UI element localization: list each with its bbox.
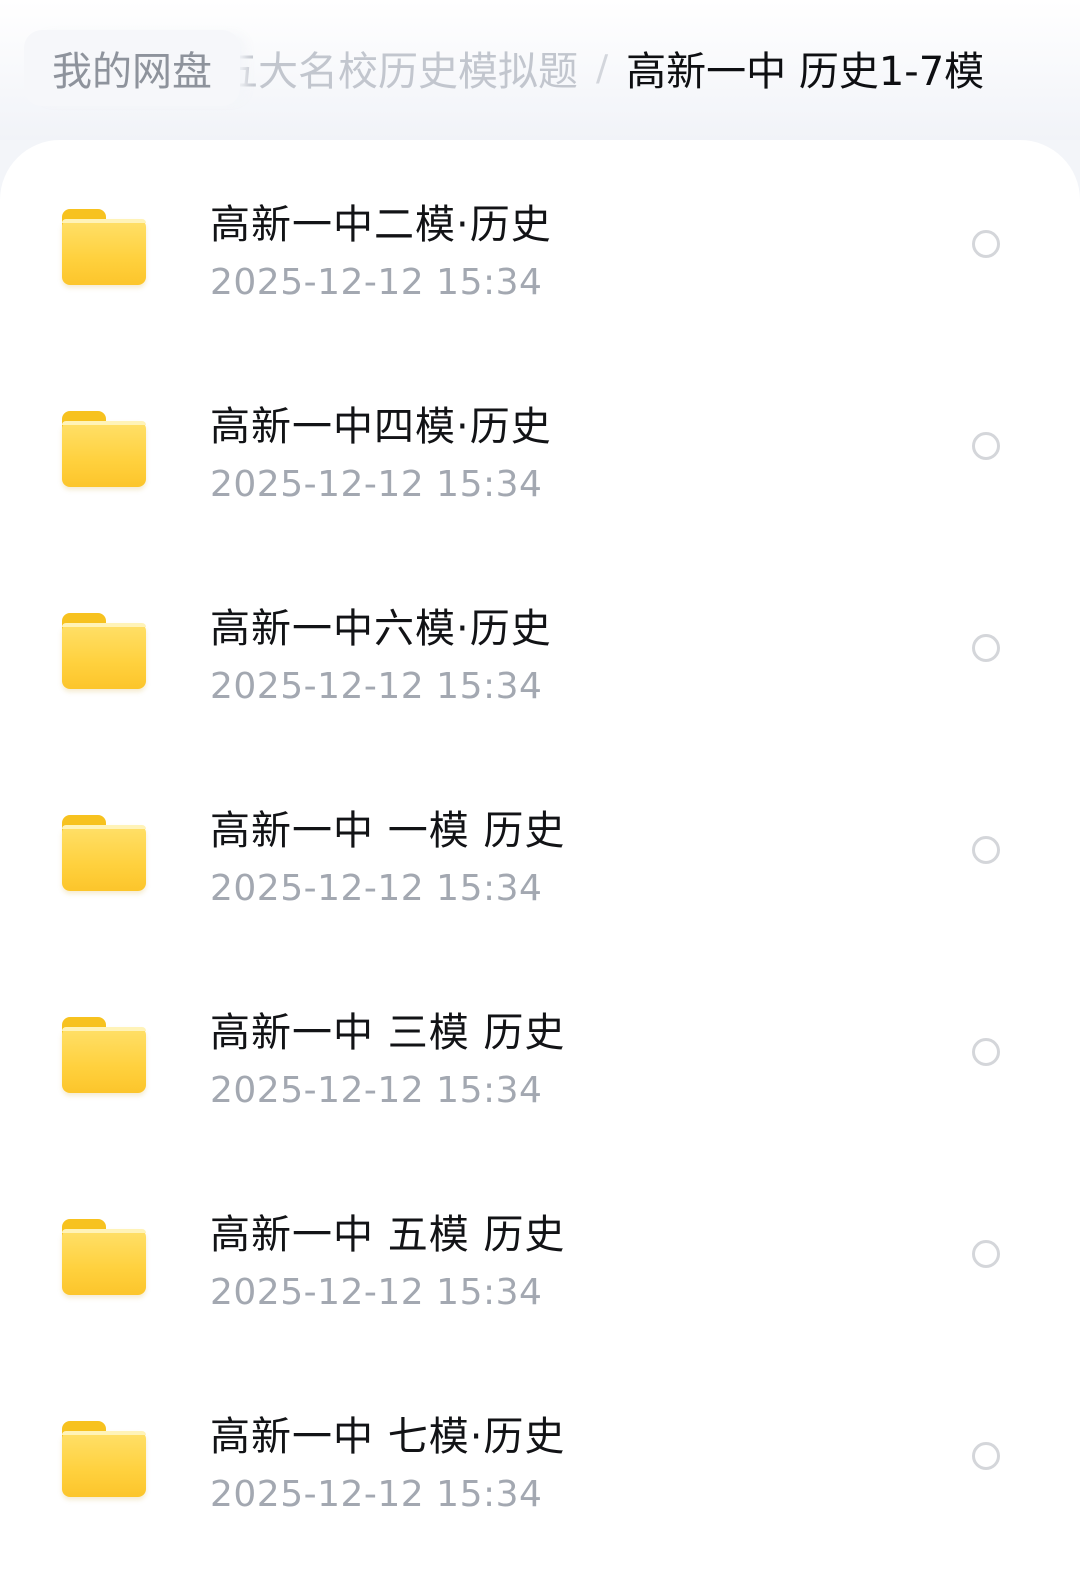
- select-radio[interactable]: [972, 1442, 1000, 1470]
- folder-name: 高新一中四模·历史: [210, 404, 552, 450]
- breadcrumb-current: 高新一中 历史1-7模: [626, 49, 985, 95]
- breadcrumb-home[interactable]: 我的网盘: [24, 30, 240, 106]
- folder-date: 2025-12-12 15:34: [210, 1474, 543, 1515]
- folder-icon: [62, 613, 146, 689]
- folder-date: 2025-12-12 15:34: [210, 868, 543, 909]
- folder-date: 2025-12-12 15:34: [210, 666, 543, 707]
- folder-name: 高新一中二模·历史: [210, 202, 552, 248]
- folder-icon: [62, 815, 146, 891]
- select-radio[interactable]: [972, 634, 1000, 662]
- breadcrumb-parent[interactable]: 五大名校历史模拟题: [240, 40, 578, 96]
- folder-name: 高新一中 一模 历史: [210, 808, 566, 854]
- select-radio[interactable]: [972, 432, 1000, 460]
- select-radio[interactable]: [972, 230, 1000, 258]
- folder-date: 2025-12-12 15:34: [210, 464, 543, 505]
- list-item[interactable]: 高新一中 一模 历史 2025-12-12 15:34: [0, 746, 1080, 948]
- list-item[interactable]: 高新一中六模·历史 2025-12-12 15:34: [0, 544, 1080, 746]
- list-item[interactable]: 高新一中四模·历史 2025-12-12 15:34: [0, 342, 1080, 544]
- folder-date: 2025-12-12 15:34: [210, 1272, 543, 1313]
- folder-date: 2025-12-12 15:34: [210, 1070, 543, 1111]
- folder-name: 高新一中 三模 历史: [210, 1010, 566, 1056]
- list-item[interactable]: 高新一中二模·历史 2025-12-12 15:34: [0, 140, 1080, 342]
- list-item[interactable]: 高新一中 三模 历史 2025-12-12 15:34: [0, 948, 1080, 1150]
- folder-date: 2025-12-12 15:34: [210, 262, 543, 303]
- header: 五大名校历史模拟题 / 高新一中 历史1-7模 我的网盘: [0, 0, 1080, 140]
- breadcrumb-separator: /: [596, 47, 609, 89]
- select-radio[interactable]: [972, 836, 1000, 864]
- folder-icon: [62, 1017, 146, 1093]
- folder-icon: [62, 209, 146, 285]
- breadcrumb: 五大名校历史模拟题 / 高新一中 历史1-7模: [240, 40, 1060, 96]
- folder-icon: [62, 411, 146, 487]
- folder-name: 高新一中六模·历史: [210, 606, 552, 652]
- select-radio[interactable]: [972, 1038, 1000, 1066]
- file-list: 高新一中二模·历史 2025-12-12 15:34 高新一中四模·历史 202…: [0, 140, 1080, 1582]
- select-radio[interactable]: [972, 1240, 1000, 1268]
- list-item[interactable]: 高新一中 七模·历史 2025-12-12 15:34: [0, 1352, 1080, 1554]
- folder-icon: [62, 1421, 146, 1497]
- folder-name: 高新一中 五模 历史: [210, 1212, 566, 1258]
- folder-icon: [62, 1219, 146, 1295]
- list-item[interactable]: 高新一中 五模 历史 2025-12-12 15:34: [0, 1150, 1080, 1352]
- folder-name: 高新一中 七模·历史: [210, 1414, 566, 1460]
